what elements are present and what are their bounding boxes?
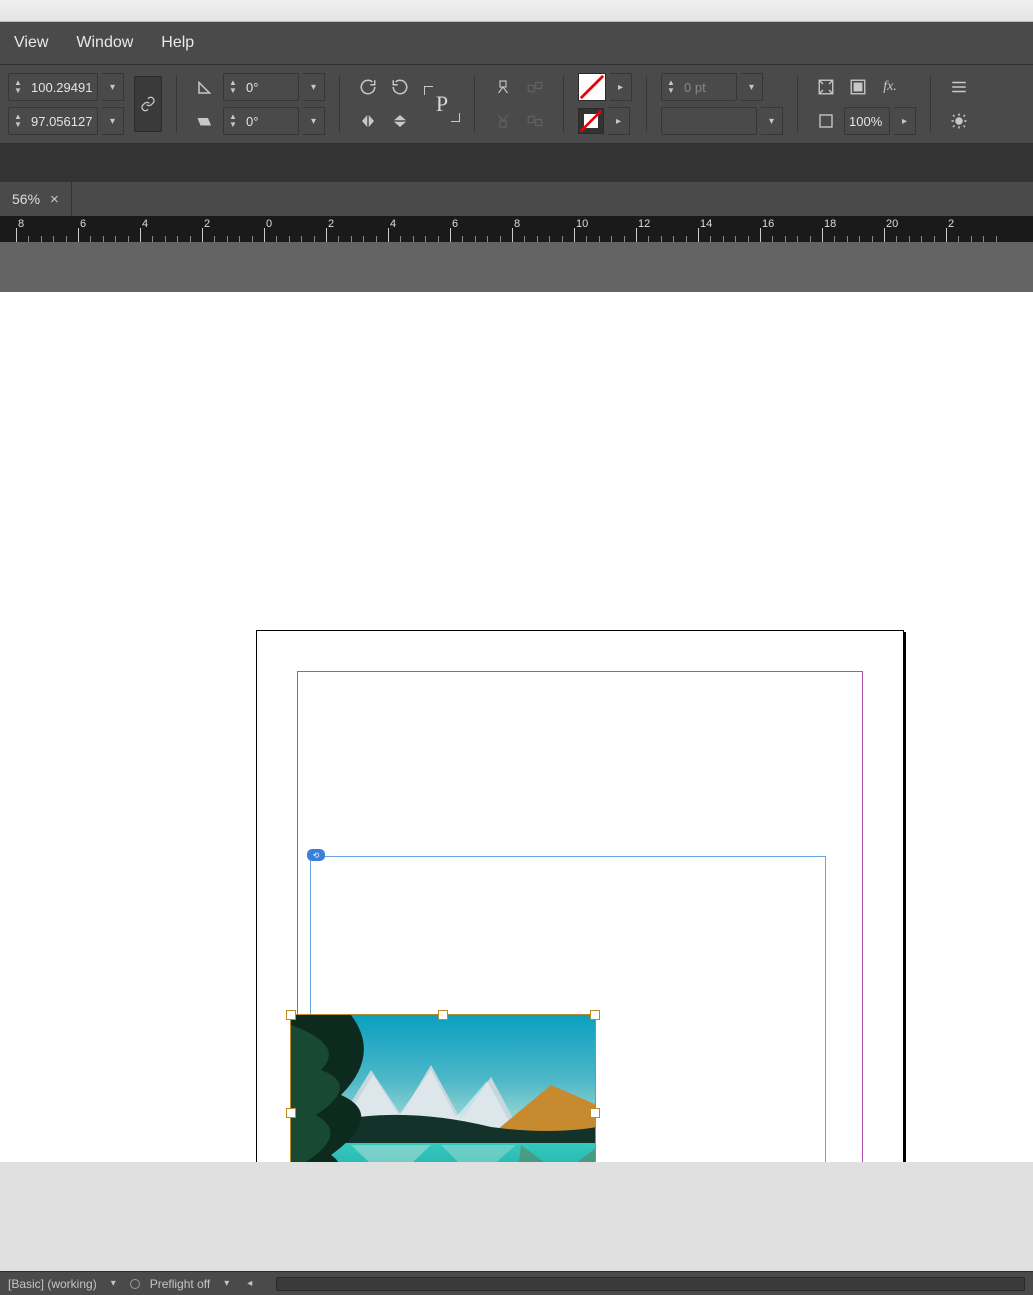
stroke-style-dropdown[interactable]: ▾ [761,107,783,135]
paragraph-style-button[interactable]: P [424,86,460,122]
ruler-label: 4 [390,218,396,230]
ruler-label: 2 [948,218,954,230]
canvas-area[interactable]: ⟲ [0,242,1033,1162]
screen-mode-button[interactable] [945,107,973,135]
separator [563,76,564,132]
ruler-label: 6 [80,218,86,230]
nudger-icon[interactable]: ▲▼ [224,79,242,95]
stroke-weight-input[interactable] [680,80,736,95]
nudger-icon[interactable]: ▲▼ [662,79,680,95]
ruler-label: 16 [762,218,774,230]
shear-field[interactable]: ▲▼ [223,107,299,135]
opacity-field[interactable] [844,107,890,135]
opacity-input[interactable] [845,114,889,129]
ruler-label: 8 [514,218,520,230]
rotate-dropdown[interactable]: ▾ [303,73,325,101]
ruler-label: 6 [452,218,458,230]
link-badge-icon: ⟲ [307,849,325,861]
status-style-dropdown[interactable]: ▾ [107,1278,120,1289]
separator [474,76,475,132]
fill-swatch[interactable] [578,73,606,101]
scale-y-input[interactable] [27,114,97,129]
panel-dock-strip [0,144,1033,182]
resize-handle[interactable] [438,1010,448,1020]
stroke-swatch[interactable] [578,108,604,134]
horizontal-ruler[interactable]: 8642024681012141618202 [0,216,1033,242]
preflight-dropdown[interactable]: ▾ [220,1278,233,1289]
resize-handle[interactable] [590,1108,600,1118]
ruler-label: 8 [18,218,24,230]
text-wrap-button[interactable] [945,73,973,101]
rotate-field[interactable]: ▲▼ [223,73,299,101]
separator [646,76,647,132]
resize-handle[interactable] [286,1010,296,1020]
ruler-label: 4 [142,218,148,230]
rotate-angle-icon [191,73,219,101]
scale-x-field[interactable]: ▲▼ [8,73,98,101]
scale-y-field[interactable]: ▲▼ [8,107,98,135]
scale-y-dropdown[interactable]: ▾ [102,107,124,135]
rotate-input[interactable] [242,80,298,95]
select-container-button[interactable] [489,73,517,101]
auto-fit-button[interactable] [812,73,840,101]
separator [930,76,931,132]
resize-handle[interactable] [590,1010,600,1020]
separator [339,76,340,132]
preflight-indicator-icon [130,1279,140,1289]
separator [797,76,798,132]
selected-image-frame[interactable] [290,1014,596,1162]
ruler-label: 10 [576,218,588,230]
close-tab-button[interactable]: × [50,191,59,208]
frame-fit-button[interactable] [844,73,872,101]
shear-angle-icon [191,107,219,135]
separator [176,76,177,132]
ruler-label: 0 [266,218,272,230]
ruler-label: 12 [638,218,650,230]
menu-bar: View Window Help [0,22,1033,64]
select-content-button [489,107,517,135]
status-style-label[interactable]: [Basic] (working) [8,1277,97,1291]
preflight-label[interactable]: Preflight off [150,1277,210,1291]
opacity-more[interactable]: ▸ [894,107,916,135]
ruler-label: 20 [886,218,898,230]
select-next-button [521,107,549,135]
stroke-weight-field[interactable]: ▲▼ [661,73,737,101]
scroll-left-button[interactable]: ◂ [243,1278,256,1289]
nudger-icon[interactable]: ▲▼ [224,113,242,129]
placed-image [291,1015,595,1162]
menu-window[interactable]: Window [76,34,133,52]
ruler-label: 2 [204,218,210,230]
corner-options-button[interactable] [812,107,840,135]
stroke-style-field[interactable] [661,107,757,135]
title-bar [0,0,1033,22]
rotate-cw-button[interactable] [354,73,382,101]
shear-dropdown[interactable]: ▾ [303,107,325,135]
stroke-weight-dropdown[interactable]: ▾ [741,73,763,101]
document-tab[interactable]: 56% × [0,182,72,216]
select-prev-button [521,73,549,101]
fx-button[interactable]: fx. [876,73,904,101]
flip-vertical-button[interactable] [386,107,414,135]
control-bar: ▲▼ ▾ ▲▼ ▾ ▲▼ ▾ ▲ [0,64,1033,144]
horizontal-scrollbar[interactable] [276,1277,1025,1291]
nudger-icon[interactable]: ▲▼ [9,113,27,129]
status-bar: [Basic] (working) ▾ Preflight off ▾ ◂ [0,1271,1033,1295]
fill-swatch-dropdown[interactable]: ▸ [610,73,632,101]
rotate-ccw-button[interactable] [386,73,414,101]
resize-handle[interactable] [286,1108,296,1118]
flip-horizontal-button[interactable] [354,107,382,135]
document-tab-label: 56% [12,191,40,207]
document-tab-row: 56% × [0,182,1033,216]
scale-x-input[interactable] [27,80,97,95]
nudger-icon[interactable]: ▲▼ [9,79,27,95]
ruler-label: 18 [824,218,836,230]
scale-x-dropdown[interactable]: ▾ [102,73,124,101]
ruler-label: 14 [700,218,712,230]
menu-help[interactable]: Help [161,34,194,52]
ruler-label: 2 [328,218,334,230]
menu-view[interactable]: View [14,34,48,52]
stroke-swatch-dropdown[interactable]: ▸ [608,107,630,135]
shear-input[interactable] [242,114,298,129]
constrain-proportions-button[interactable] [134,76,162,132]
